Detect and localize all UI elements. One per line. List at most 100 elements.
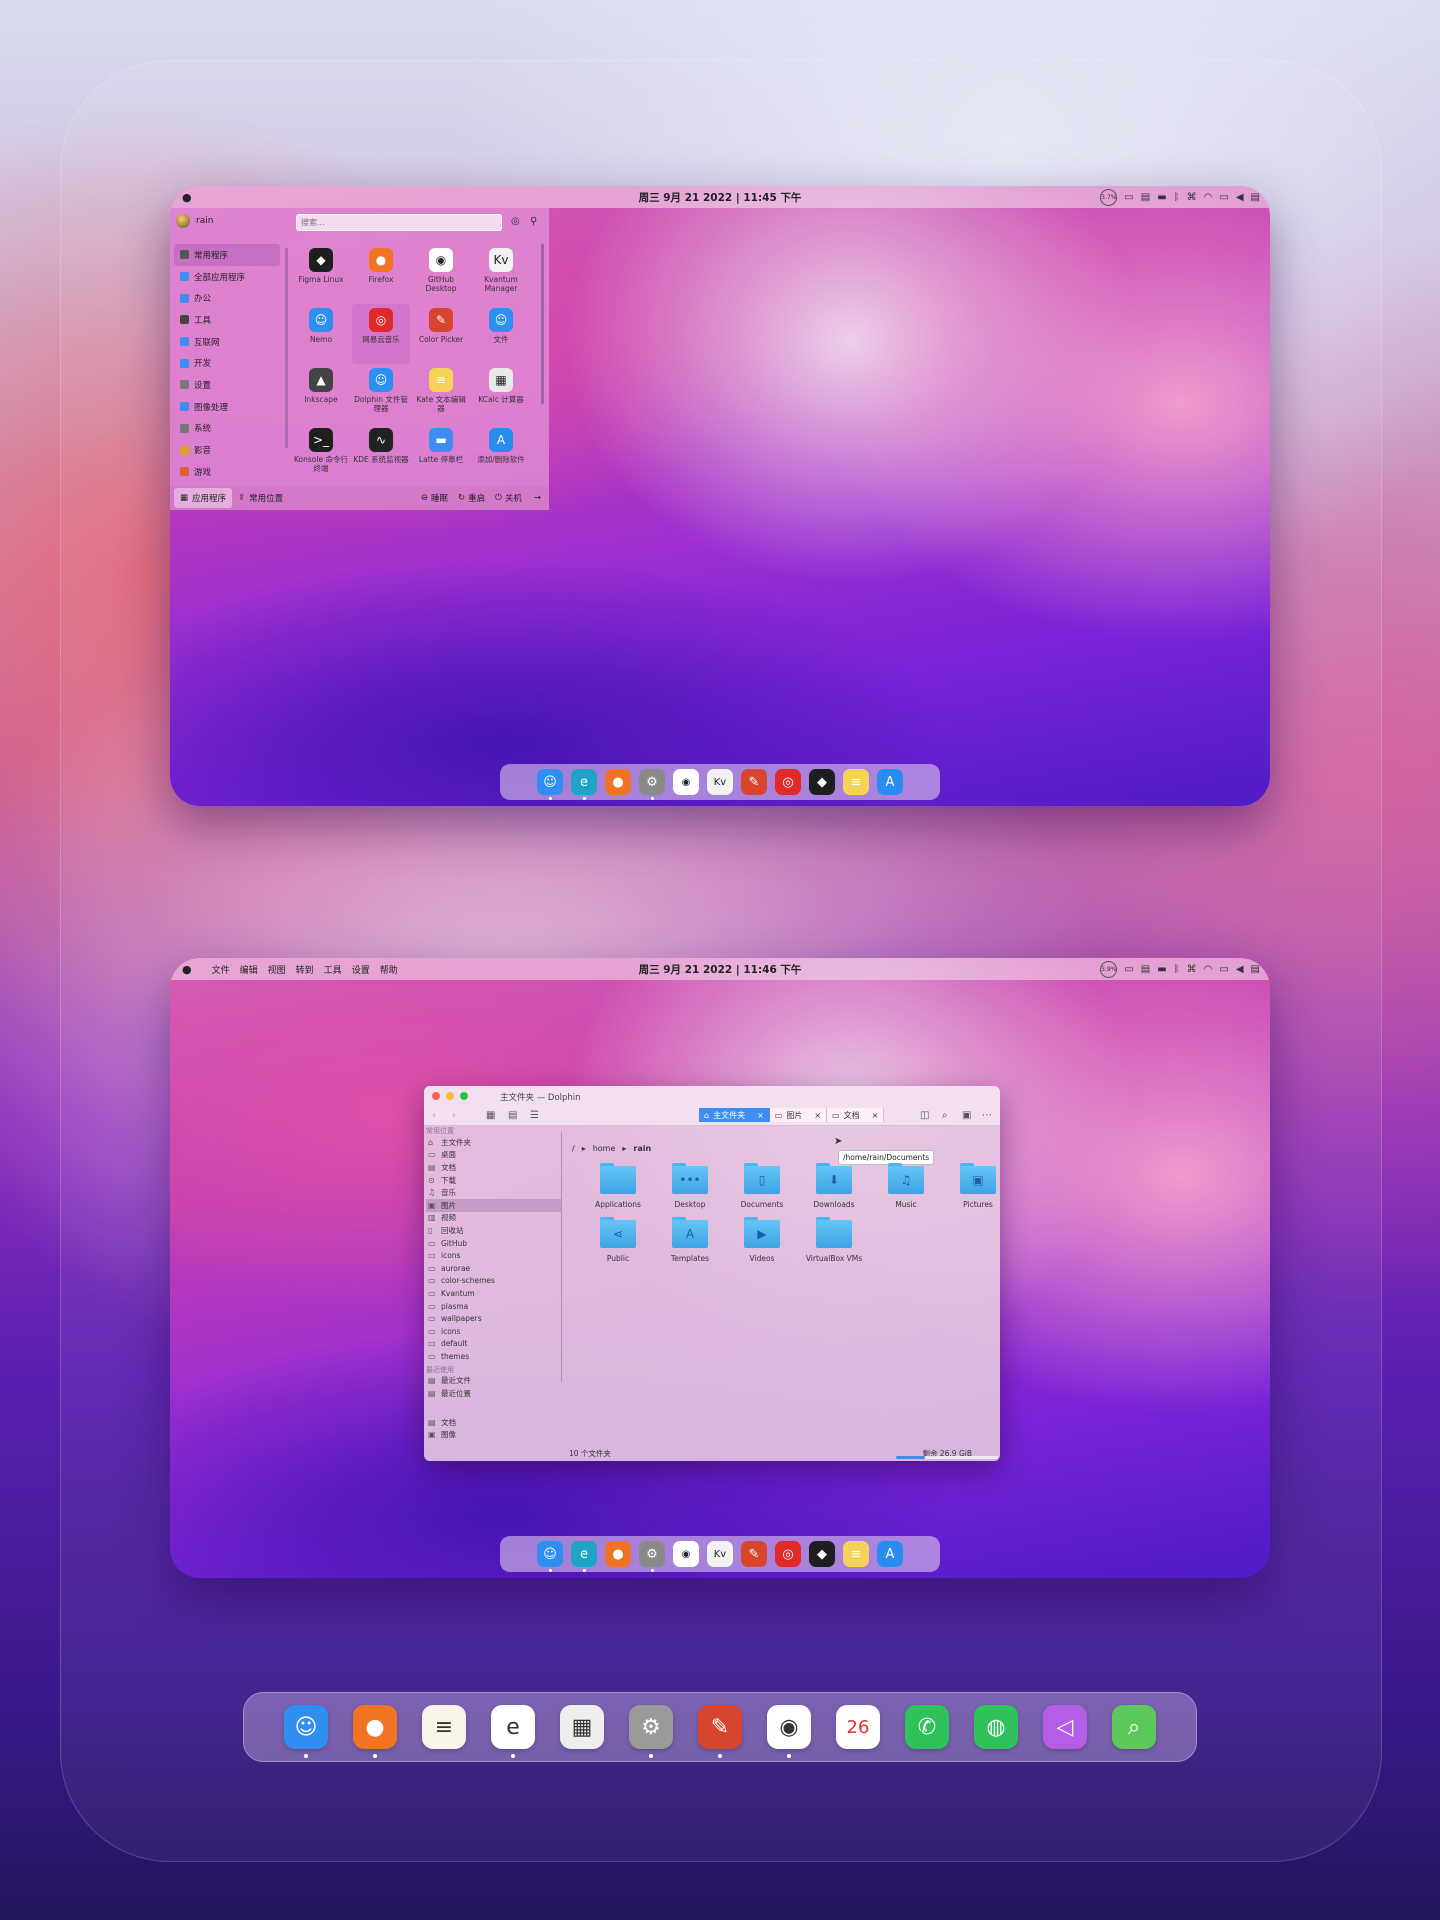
dock-item-netease-music[interactable]: ◎ (775, 769, 801, 795)
display-icon[interactable]: ▭ (1219, 964, 1228, 975)
dock-item-firefox[interactable]: ● (605, 769, 631, 795)
menu-item[interactable]: 设置 (352, 963, 370, 976)
places-item[interactable]: ▭ GitHub (426, 1237, 561, 1250)
places-item[interactable]: ▭ themes (426, 1350, 561, 1363)
clock[interactable]: 周三 9月 21 2022 | 11:45 下午 (639, 190, 802, 205)
folder-item[interactable]: ⬇ Downloads (798, 1163, 870, 1220)
dock-item-system-settings[interactable]: ⚙ (639, 769, 665, 800)
close-tab-icon[interactable]: × (814, 1111, 821, 1120)
wifi-icon[interactable]: ◠ (1204, 964, 1213, 975)
volume-icon[interactable]: ◀ (1236, 964, 1244, 975)
dock-item-edge[interactable]: e (571, 1541, 597, 1572)
places-item[interactable]: ▭ aurorae (426, 1262, 561, 1275)
back-icon[interactable]: ‹ (432, 1110, 436, 1121)
folder-item[interactable]: ▯ Documents (726, 1163, 798, 1220)
places-item[interactable]: ▭ icons (426, 1249, 561, 1262)
notification-icon[interactable]: ▤ (1251, 964, 1260, 975)
cpu-usage-icon[interactable]: 3.7% (1100, 189, 1118, 206)
dock-item-github[interactable]: ◉ (673, 769, 699, 795)
shutdown-button[interactable]: ⏻ 关机 (495, 492, 522, 504)
dock-item-figma[interactable]: ◆ (809, 769, 835, 795)
dock-item-github[interactable]: ◉ (673, 1541, 699, 1567)
tab-places[interactable]: ⇪ 常用位置 (232, 488, 289, 508)
app-tile[interactable]: ◆ Figma Linux (292, 244, 350, 304)
maximize-button[interactable] (460, 1092, 468, 1100)
menu-item[interactable]: 文件 (212, 963, 230, 976)
clock[interactable]: 周三 9月 21 2022 | 11:46 下午 (639, 962, 802, 977)
restart-button[interactable]: ↻ 重启 (458, 492, 485, 504)
notification-icon[interactable]: ▤ (1251, 192, 1260, 203)
preview-icon[interactable]: ▣ (962, 1110, 971, 1121)
dock-item-finder[interactable]: ☺ (537, 1541, 563, 1572)
app-tile[interactable]: ☺ Nemo (292, 304, 350, 364)
search-place-item[interactable]: ▤ 文档 (426, 1416, 561, 1429)
apple-icon[interactable]: ● (182, 191, 192, 204)
pin-icon[interactable]: ⚲ (530, 216, 537, 227)
apple-icon[interactable]: ● (182, 963, 192, 976)
app-scrollbar[interactable] (541, 244, 544, 404)
split-view-icon[interactable]: ◫ (920, 1110, 929, 1121)
menu-item[interactable]: 编辑 (240, 963, 258, 976)
category-10[interactable]: 游戏 (174, 461, 280, 483)
kdeconnect-icon[interactable]: ⌘ (1187, 964, 1197, 975)
app-tile[interactable]: ✎ Color Picker (412, 304, 470, 364)
dock-item-notes[interactable]: ≡ (843, 1541, 869, 1567)
dock-item-color-picker[interactable]: ✎ (741, 1541, 767, 1567)
places-item[interactable]: ⊙ 下载 (426, 1174, 561, 1187)
dock-item-appstore[interactable]: A (877, 1541, 903, 1567)
places-item[interactable]: ▭ wallpapers (426, 1312, 561, 1325)
category-7[interactable]: 图像处理 (174, 396, 280, 418)
menu-item[interactable]: 帮助 (380, 963, 398, 976)
folder-item[interactable]: ▶ Videos (726, 1217, 798, 1274)
menu-item[interactable]: 工具 (324, 963, 342, 976)
forward-icon[interactable]: › (452, 1110, 456, 1121)
battery-icon[interactable]: ▬ (1157, 192, 1166, 203)
volume-icon[interactable]: ◀ (1236, 192, 1244, 203)
category-3[interactable]: 工具 (174, 309, 280, 331)
tab-0[interactable]: ⌂ 主文件夹 × (699, 1108, 770, 1122)
battery-icon[interactable]: ▬ (1157, 964, 1166, 975)
dock-item-finder[interactable]: ☺ (537, 769, 563, 800)
category-2[interactable]: 办公 (174, 287, 280, 309)
user-profile[interactable]: rain (176, 214, 213, 228)
dock-item-vs-code-insiders[interactable]: ◁ (1043, 1705, 1087, 1749)
dock-item-system-settings[interactable]: ⚙ (639, 1541, 665, 1572)
category-1[interactable]: 全部应用程序 (174, 266, 280, 288)
dock-item-calculator[interactable]: ▦ (560, 1705, 604, 1749)
dock-item-edge[interactable]: e (571, 769, 597, 800)
close-button[interactable] (432, 1092, 440, 1100)
category-6[interactable]: 设置 (174, 374, 280, 396)
tab-applications[interactable]: ▦ 应用程序 (174, 488, 233, 508)
dock-item-firefox[interactable]: ● (605, 1541, 631, 1567)
search-input[interactable] (296, 214, 502, 231)
app-tile[interactable]: ● Firefox (352, 244, 410, 304)
breadcrumb-item[interactable]: rain (633, 1144, 651, 1153)
dock-item-figma[interactable]: ◆ (809, 1541, 835, 1567)
more-menu-icon[interactable]: ⋯ (982, 1110, 992, 1121)
cpu-usage-icon[interactable]: 3.9% (1100, 961, 1118, 978)
app-tile[interactable]: ▬ Latte 停靠栏 (412, 424, 470, 484)
folder-item[interactable]: ♫ Music (870, 1163, 942, 1220)
clipboard-icon[interactable]: ▤ (1141, 964, 1150, 975)
category-8[interactable]: 系统 (174, 418, 280, 440)
kdeconnect-icon[interactable]: ⌘ (1187, 192, 1197, 203)
category-scrollbar[interactable] (285, 248, 288, 448)
places-item[interactable]: ▤ 文档 (426, 1161, 561, 1174)
dock-item-color-picker[interactable]: ✎ (741, 769, 767, 795)
app-tile[interactable]: ∿ KDE 系统监视器 (352, 424, 410, 484)
window-titlebar[interactable]: 主文件夹 — Dolphin (424, 1086, 1000, 1106)
category-0[interactable]: 常用程序 (174, 244, 280, 266)
dock-item-notes[interactable]: ≡ (843, 769, 869, 795)
places-item[interactable]: ▭ icons (426, 1325, 561, 1338)
app-tile[interactable]: Kv Kvantum Manager (472, 244, 530, 304)
free-space-bar[interactable] (896, 1456, 998, 1459)
places-item[interactable]: ▭ 桌面 (426, 1149, 561, 1162)
places-item[interactable]: ▣ 图片 (426, 1198, 561, 1212)
icons-view-icon[interactable]: ▦ (486, 1110, 495, 1121)
display-icon[interactable]: ▭ (1219, 192, 1228, 203)
folder-item[interactable]: A Templates (654, 1217, 726, 1274)
dock-item-github[interactable]: ◉ (767, 1705, 811, 1758)
app-tile[interactable]: A 添加/删除软件 (472, 424, 530, 484)
panel-splitter[interactable] (561, 1132, 562, 1382)
dock-item-appstore[interactable]: A (877, 769, 903, 795)
